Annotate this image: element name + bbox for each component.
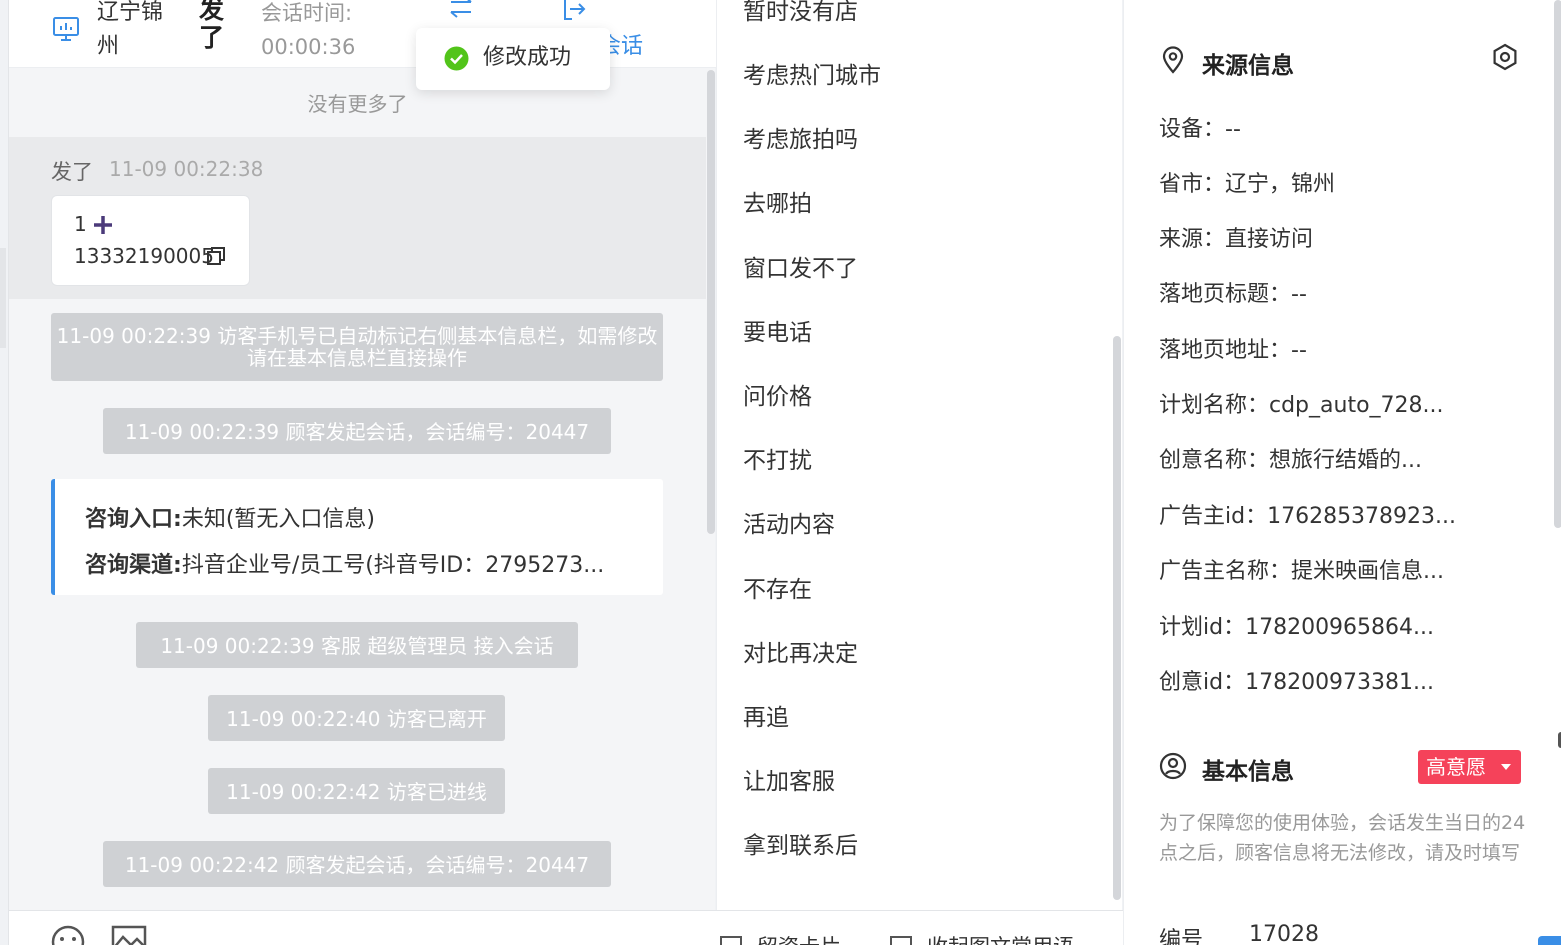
success-toast: 修改成功	[416, 28, 610, 90]
chat-toolbar: 留资卡片 收起图文常用语	[9, 910, 1123, 945]
source-field: 广告主id：176285378923...	[1159, 504, 1457, 529]
phrase-item[interactable]: 再追	[743, 698, 789, 732]
settings-icon[interactable]	[1490, 42, 1520, 72]
plus-icon[interactable]	[92, 214, 114, 236]
entry-value: 未知(暂无入口信息)	[181, 507, 375, 532]
phrase-item[interactable]: 对比再决定	[743, 634, 858, 668]
user-circle-icon	[1159, 752, 1187, 780]
phrase-item[interactable]: 去哪拍	[743, 184, 812, 218]
source-field: 广告主名称：提米映画信息...	[1159, 559, 1444, 584]
source-field: 来源：直接访问	[1159, 227, 1314, 252]
edit-notice: 为了保障您的使用体验，会话发生当日的24点之后，顾客信息将无法修改，请及时填写	[1159, 812, 1526, 864]
phrase-item[interactable]: 拿到联系后	[743, 826, 858, 860]
phrase-list: 暂时没有店 考虑热门城市 考虑旅拍吗 去哪拍 窗口发不了 要电话 问价格 不打扰…	[716, 0, 1122, 910]
phrase-item[interactable]: 窗口发不了	[743, 249, 858, 283]
source-field: 创意id：178200973381...	[1159, 670, 1435, 695]
info-scrollbar[interactable]	[1554, 0, 1561, 528]
phrase-item[interactable]: 考虑旅拍吗	[743, 120, 858, 154]
collapse-phrases-button[interactable]: 收起图文常用语	[927, 931, 1074, 945]
source-field: 落地页标题：--	[1159, 282, 1307, 307]
basic-info-title: 基本信息	[1202, 759, 1294, 785]
source-field: 计划名称：cdp_auto_728...	[1159, 393, 1444, 418]
intent-label: 高意愿	[1426, 755, 1486, 779]
caret-down-icon	[1501, 764, 1511, 770]
phrase-item[interactable]: 暂时没有店	[743, 0, 858, 26]
copy-icon[interactable]	[206, 246, 226, 266]
source-field: 设备：--	[1159, 117, 1241, 142]
system-message: 11-09 00:22:39 客服 超级管理员 接入会话	[136, 622, 578, 668]
message-sender: 发了	[51, 160, 93, 184]
toast-message: 修改成功	[483, 45, 572, 70]
phrase-item[interactable]: 不打扰	[743, 441, 812, 475]
app-root: 辽宁锦州 发了 会话时间: 00:00:36 会话 修改成功 没有更多了 发了 …	[0, 0, 1561, 945]
source-field: 省市：辽宁，锦州	[1159, 172, 1336, 197]
checkbox-icon[interactable]	[719, 935, 743, 945]
phrase-item[interactable]: 让加客服	[743, 762, 835, 796]
floating-button[interactable]	[1538, 936, 1561, 945]
system-message: 11-09 00:22:39 访客手机号已自动标记右侧基本信息栏，如需修改请在基…	[51, 313, 663, 381]
info-panel: 来源信息 设备：-- 省市：辽宁，锦州 来源：直接访问 落地页标题：-- 落地页…	[1123, 0, 1561, 945]
entry-label: 咨询入口:	[85, 507, 182, 532]
location-pin-icon	[1162, 46, 1184, 74]
message-time: 11-09 00:22:38	[109, 157, 264, 181]
entry-info-card: 咨询入口:未知(暂无入口信息) 咨询渠道:抖音企业号/员工号(抖音号ID：279…	[51, 479, 663, 595]
intent-dropdown[interactable]: 高意愿	[1418, 750, 1521, 784]
image-icon[interactable]	[111, 925, 147, 945]
phrase-item[interactable]: 考虑热门城市	[743, 56, 881, 90]
entry-row: 咨询入口:未知(暂无入口信息)	[85, 501, 375, 533]
panel-resize-handle[interactable]	[0, 248, 6, 348]
phrase-item[interactable]: 问价格	[743, 377, 812, 411]
session-time-label: 会话时间:	[261, 1, 353, 25]
chat-panel: 辽宁锦州 发了 会话时间: 00:00:36 会话 修改成功 没有更多了 发了 …	[8, 0, 1123, 945]
message-bubble: 1 13332190005	[51, 195, 250, 286]
chat-scrollbar[interactable]	[706, 68, 716, 910]
system-message: 11-09 00:22:42 顾客发起会话，会话编号：20447	[103, 841, 611, 887]
customer-id-value: 17028	[1249, 922, 1319, 945]
transfer-icon[interactable]	[447, 0, 475, 20]
phrase-item[interactable]: 要电话	[743, 313, 812, 347]
system-message: 11-09 00:22:42 访客已进线	[208, 768, 505, 814]
system-message: 11-09 00:22:39 顾客发起会话，会话编号：20447	[103, 408, 611, 454]
message-line-2: 13332190005	[74, 244, 214, 268]
source-field: 创意名称：想旅行结婚的...	[1159, 448, 1422, 473]
session-time-value: 00:00:36	[261, 35, 356, 59]
emoji-icon[interactable]	[51, 925, 85, 945]
monitor-icon	[53, 17, 79, 41]
check-circle-icon	[444, 46, 469, 71]
phrase-item[interactable]: 活动内容	[743, 505, 835, 539]
lead-card-button[interactable]: 留资卡片	[757, 931, 841, 945]
chat-scroll-thumb[interactable]	[707, 70, 715, 534]
channel-label: 咨询渠道:	[85, 553, 182, 578]
exit-session-icon[interactable]	[561, 0, 587, 22]
message-line-1: 1	[74, 212, 87, 236]
source-info-title: 来源信息	[1202, 53, 1294, 79]
channel-value: 抖音企业号/员工号(抖音号ID：2795273...	[181, 553, 605, 578]
phrase-item[interactable]: 不存在	[743, 570, 812, 604]
checkbox-icon[interactable]	[889, 935, 913, 945]
no-more-text: 没有更多了	[307, 92, 408, 116]
visitor-name: 发了	[199, 0, 225, 52]
source-field: 计划id：178200965864...	[1159, 615, 1435, 640]
customer-id-label: 编号	[1159, 928, 1204, 945]
source-field: 落地页地址：--	[1159, 338, 1307, 363]
phrase-scrollbar[interactable]	[1113, 336, 1121, 900]
channel-row: 咨询渠道:抖音企业号/员工号(抖音号ID：2795273...	[85, 547, 604, 579]
visitor-city: 辽宁锦州	[97, 0, 164, 59]
system-message: 11-09 00:22:40 访客已离开	[208, 695, 505, 741]
